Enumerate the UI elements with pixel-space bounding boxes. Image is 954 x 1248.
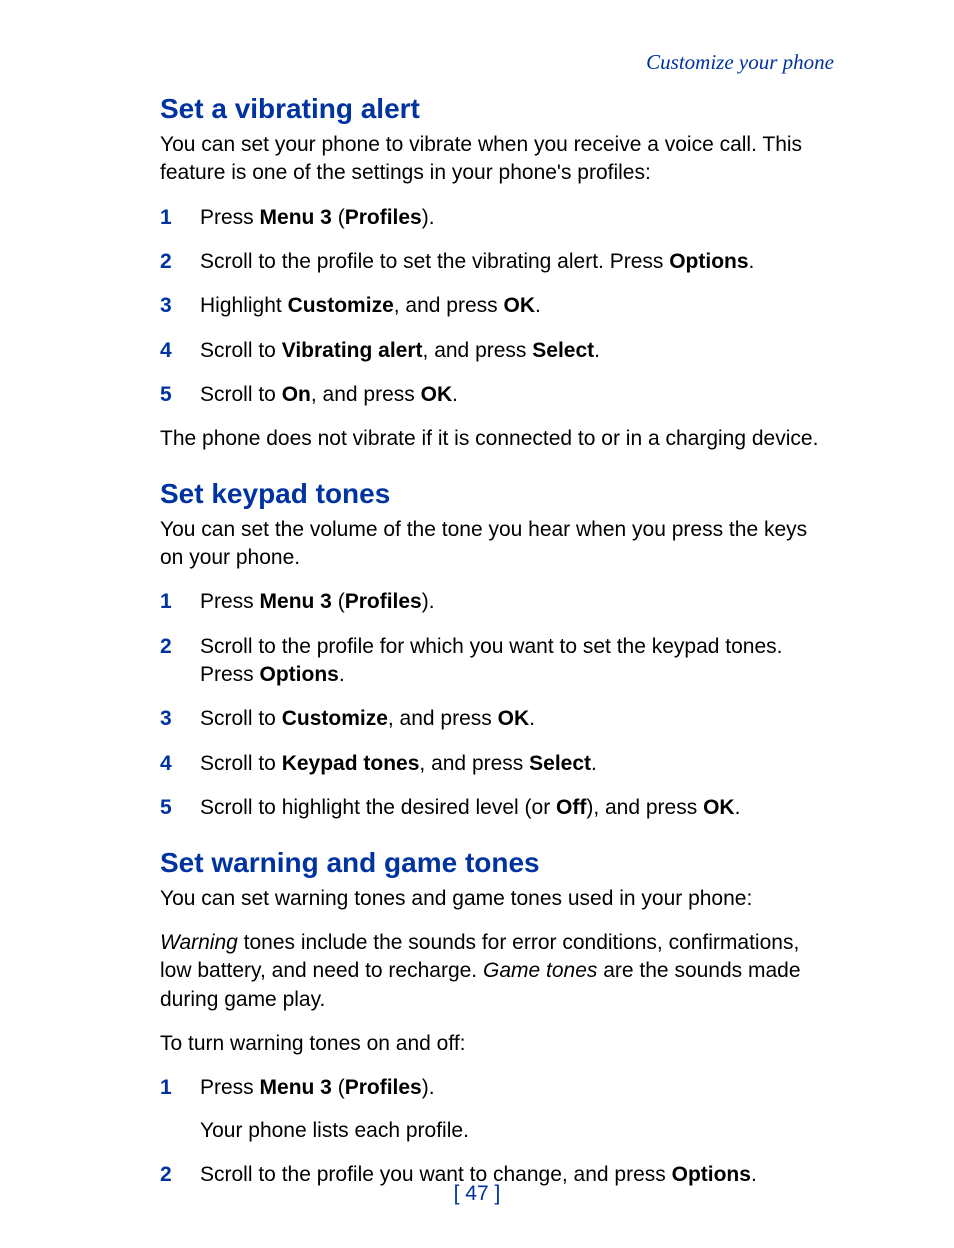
step-list: Press Menu 3 (Profiles). Scroll to the pr…	[160, 588, 834, 822]
step-item: Scroll to Vibrating alert, and press Sel…	[160, 337, 834, 365]
section-heading: Set a vibrating alert	[160, 93, 834, 125]
step-list: Press Menu 3 (Profiles).Your phone lists…	[160, 1074, 834, 1189]
section: Set a vibrating alert You can set your ph…	[160, 93, 834, 454]
breadcrumb: Customize your phone	[160, 50, 834, 75]
section-paragraph: Warning tones include the sounds for err…	[160, 929, 834, 1014]
step-list: Press Menu 3 (Profiles). Scroll to the pr…	[160, 204, 834, 410]
section-heading: Set warning and game tones	[160, 847, 834, 879]
section-heading: Set keypad tones	[160, 478, 834, 510]
step-subtext: Your phone lists each profile.	[200, 1117, 834, 1145]
section-intro: You can set your phone to vibrate when y…	[160, 131, 834, 188]
step-item: Press Menu 3 (Profiles).Your phone lists…	[160, 1074, 834, 1145]
section-intro: You can set the volume of the tone you h…	[160, 516, 834, 573]
step-item: Scroll to Keypad tones, and press Select…	[160, 750, 834, 778]
step-item: Scroll to Customize, and press OK.	[160, 705, 834, 733]
step-item: Press Menu 3 (Profiles).	[160, 204, 834, 232]
section-outro: The phone does not vibrate if it is conn…	[160, 425, 834, 453]
step-item: Scroll to the profile to set the vibrati…	[160, 248, 834, 276]
step-item: Scroll to highlight the desired level (o…	[160, 794, 834, 822]
section: Set warning and game tones You can set wa…	[160, 847, 834, 1190]
step-item: Scroll to the profile for which you want…	[160, 633, 834, 690]
step-item: Press Menu 3 (Profiles).	[160, 588, 834, 616]
section-intro: You can set warning tones and game tones…	[160, 885, 834, 913]
step-item: Highlight Customize, and press OK.	[160, 292, 834, 320]
page-number: [ 47 ]	[0, 1182, 954, 1206]
section: Set keypad tones You can set the volume o…	[160, 478, 834, 823]
manual-page: Customize your phone Set a vibrating ale…	[0, 0, 954, 1248]
step-item: Scroll to On, and press OK.	[160, 381, 834, 409]
section-paragraph: To turn warning tones on and off:	[160, 1030, 834, 1058]
